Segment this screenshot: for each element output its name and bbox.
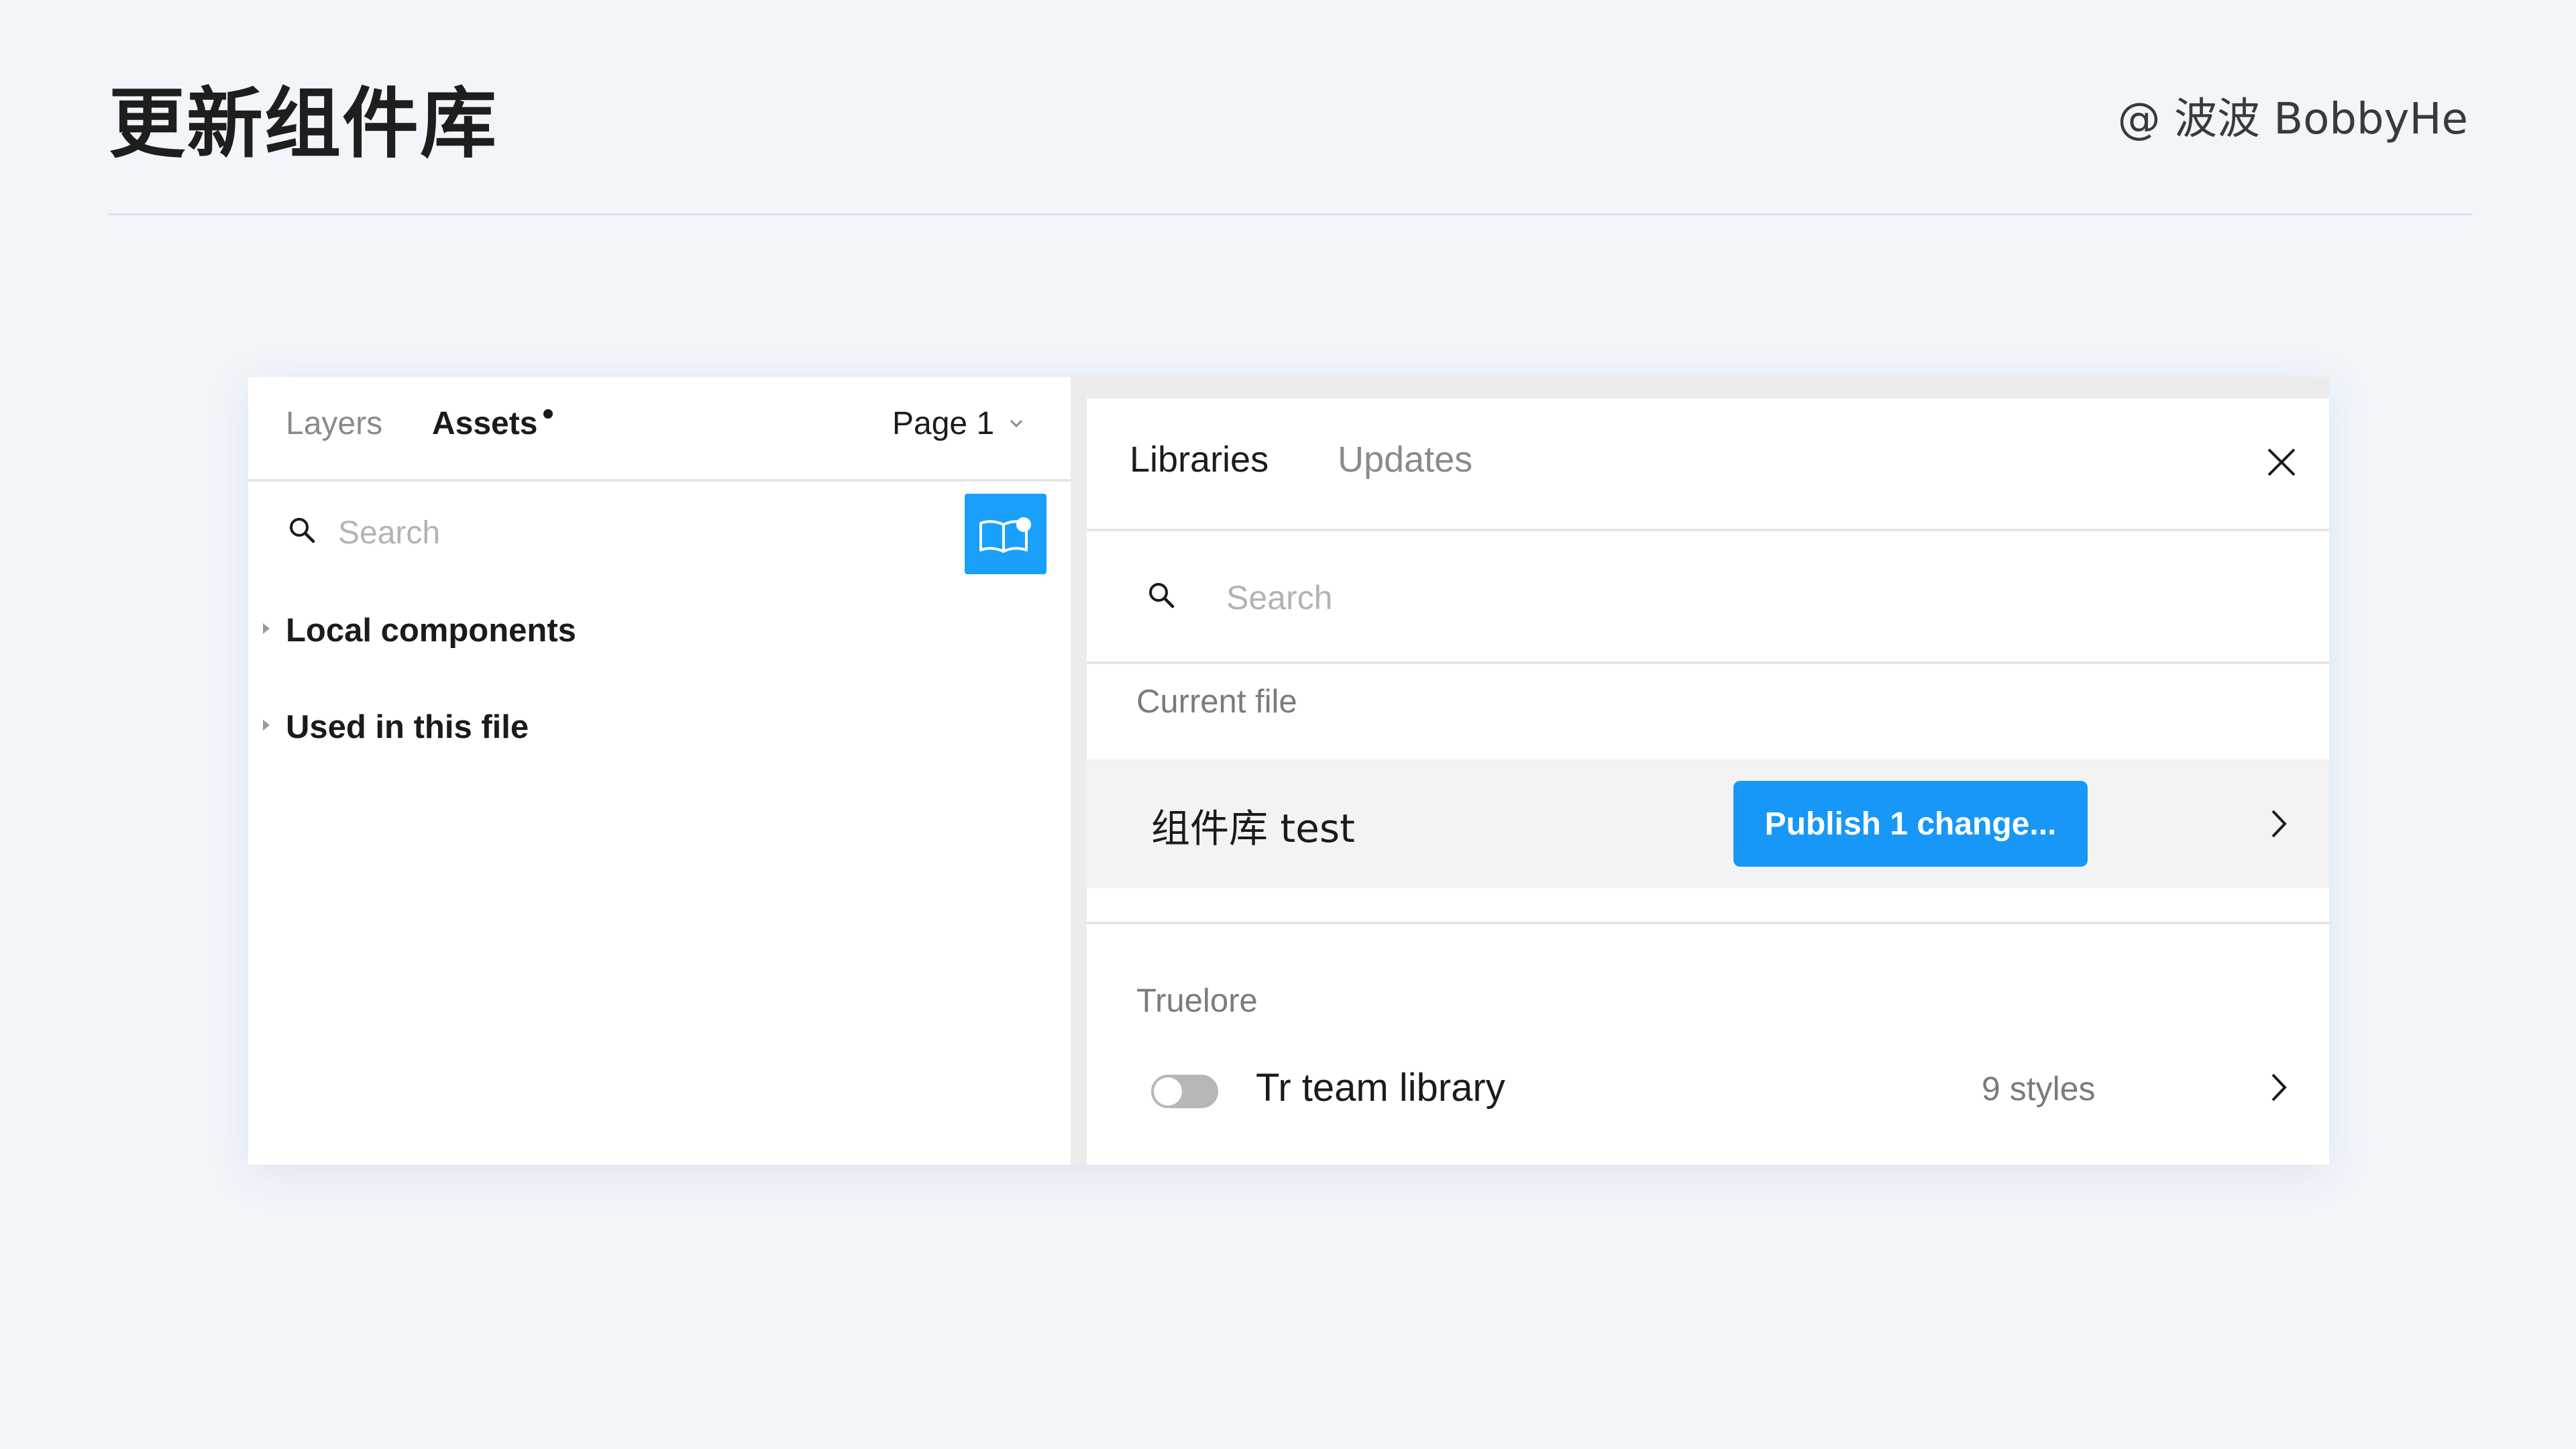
caret-right-icon[interactable] [260, 716, 274, 734]
page-selector[interactable]: Page 1 [892, 405, 994, 442]
section-used-in-file[interactable]: Used in this file [248, 696, 1071, 757]
library-toggle[interactable] [1151, 1075, 1218, 1108]
assets-search-input[interactable] [337, 508, 755, 557]
figma-panels: Layers Assets Page 1 Search Local compon… [248, 377, 2329, 1165]
tab-assets[interactable]: Assets [432, 405, 537, 442]
chevron-right-icon[interactable] [2266, 804, 2292, 843]
section-divider [1087, 922, 2329, 924]
assets-panel-header: Layers Assets Page 1 [248, 377, 1071, 482]
current-file-name: 组件库 test [1151, 806, 1355, 851]
tab-layers[interactable]: Layers [286, 405, 382, 442]
toggle-knob [1154, 1077, 1182, 1106]
publish-button[interactable]: Publish 1 change... [1733, 781, 2088, 867]
search-icon [290, 518, 315, 543]
search-icon [1149, 583, 1175, 608]
library-name[interactable]: Tr team library [1256, 1065, 1505, 1110]
team-library-icon [979, 517, 1031, 553]
libraries-modal-header: Libraries Updates [1087, 398, 2329, 531]
caret-right-icon[interactable] [260, 620, 274, 637]
section-local-components[interactable]: Local components [248, 600, 1071, 660]
section-label: Local components [286, 612, 576, 649]
library-style-count: 9 styles [1982, 1070, 2096, 1108]
chevron-right-icon[interactable] [2266, 1068, 2292, 1107]
page-title: 更新组件库 [109, 79, 498, 168]
title-divider [109, 213, 2473, 215]
close-icon[interactable] [2259, 440, 2304, 484]
tab-libraries[interactable]: Libraries [1130, 439, 1269, 480]
libraries-modal: Libraries Updates Current file 组件库 test … [1087, 398, 2329, 1165]
libraries-search-input[interactable] [1225, 570, 2167, 625]
libraries-search-row [1087, 531, 2329, 664]
tab-updates[interactable]: Updates [1338, 439, 1472, 480]
assets-update-indicator [543, 409, 553, 419]
team-heading: Truelore [1136, 983, 1258, 1019]
chevron-down-icon[interactable] [1006, 413, 1026, 433]
author-credit: @ 波波 BobbyHe [2117, 95, 2468, 144]
current-file-row[interactable]: 组件库 test Publish 1 change... [1087, 759, 2329, 888]
current-file-heading: Current file [1136, 684, 1297, 720]
team-library-button[interactable] [965, 494, 1046, 574]
assets-panel: Layers Assets Page 1 Search Local compon… [248, 377, 1177, 1165]
section-label: Used in this file [286, 709, 529, 745]
